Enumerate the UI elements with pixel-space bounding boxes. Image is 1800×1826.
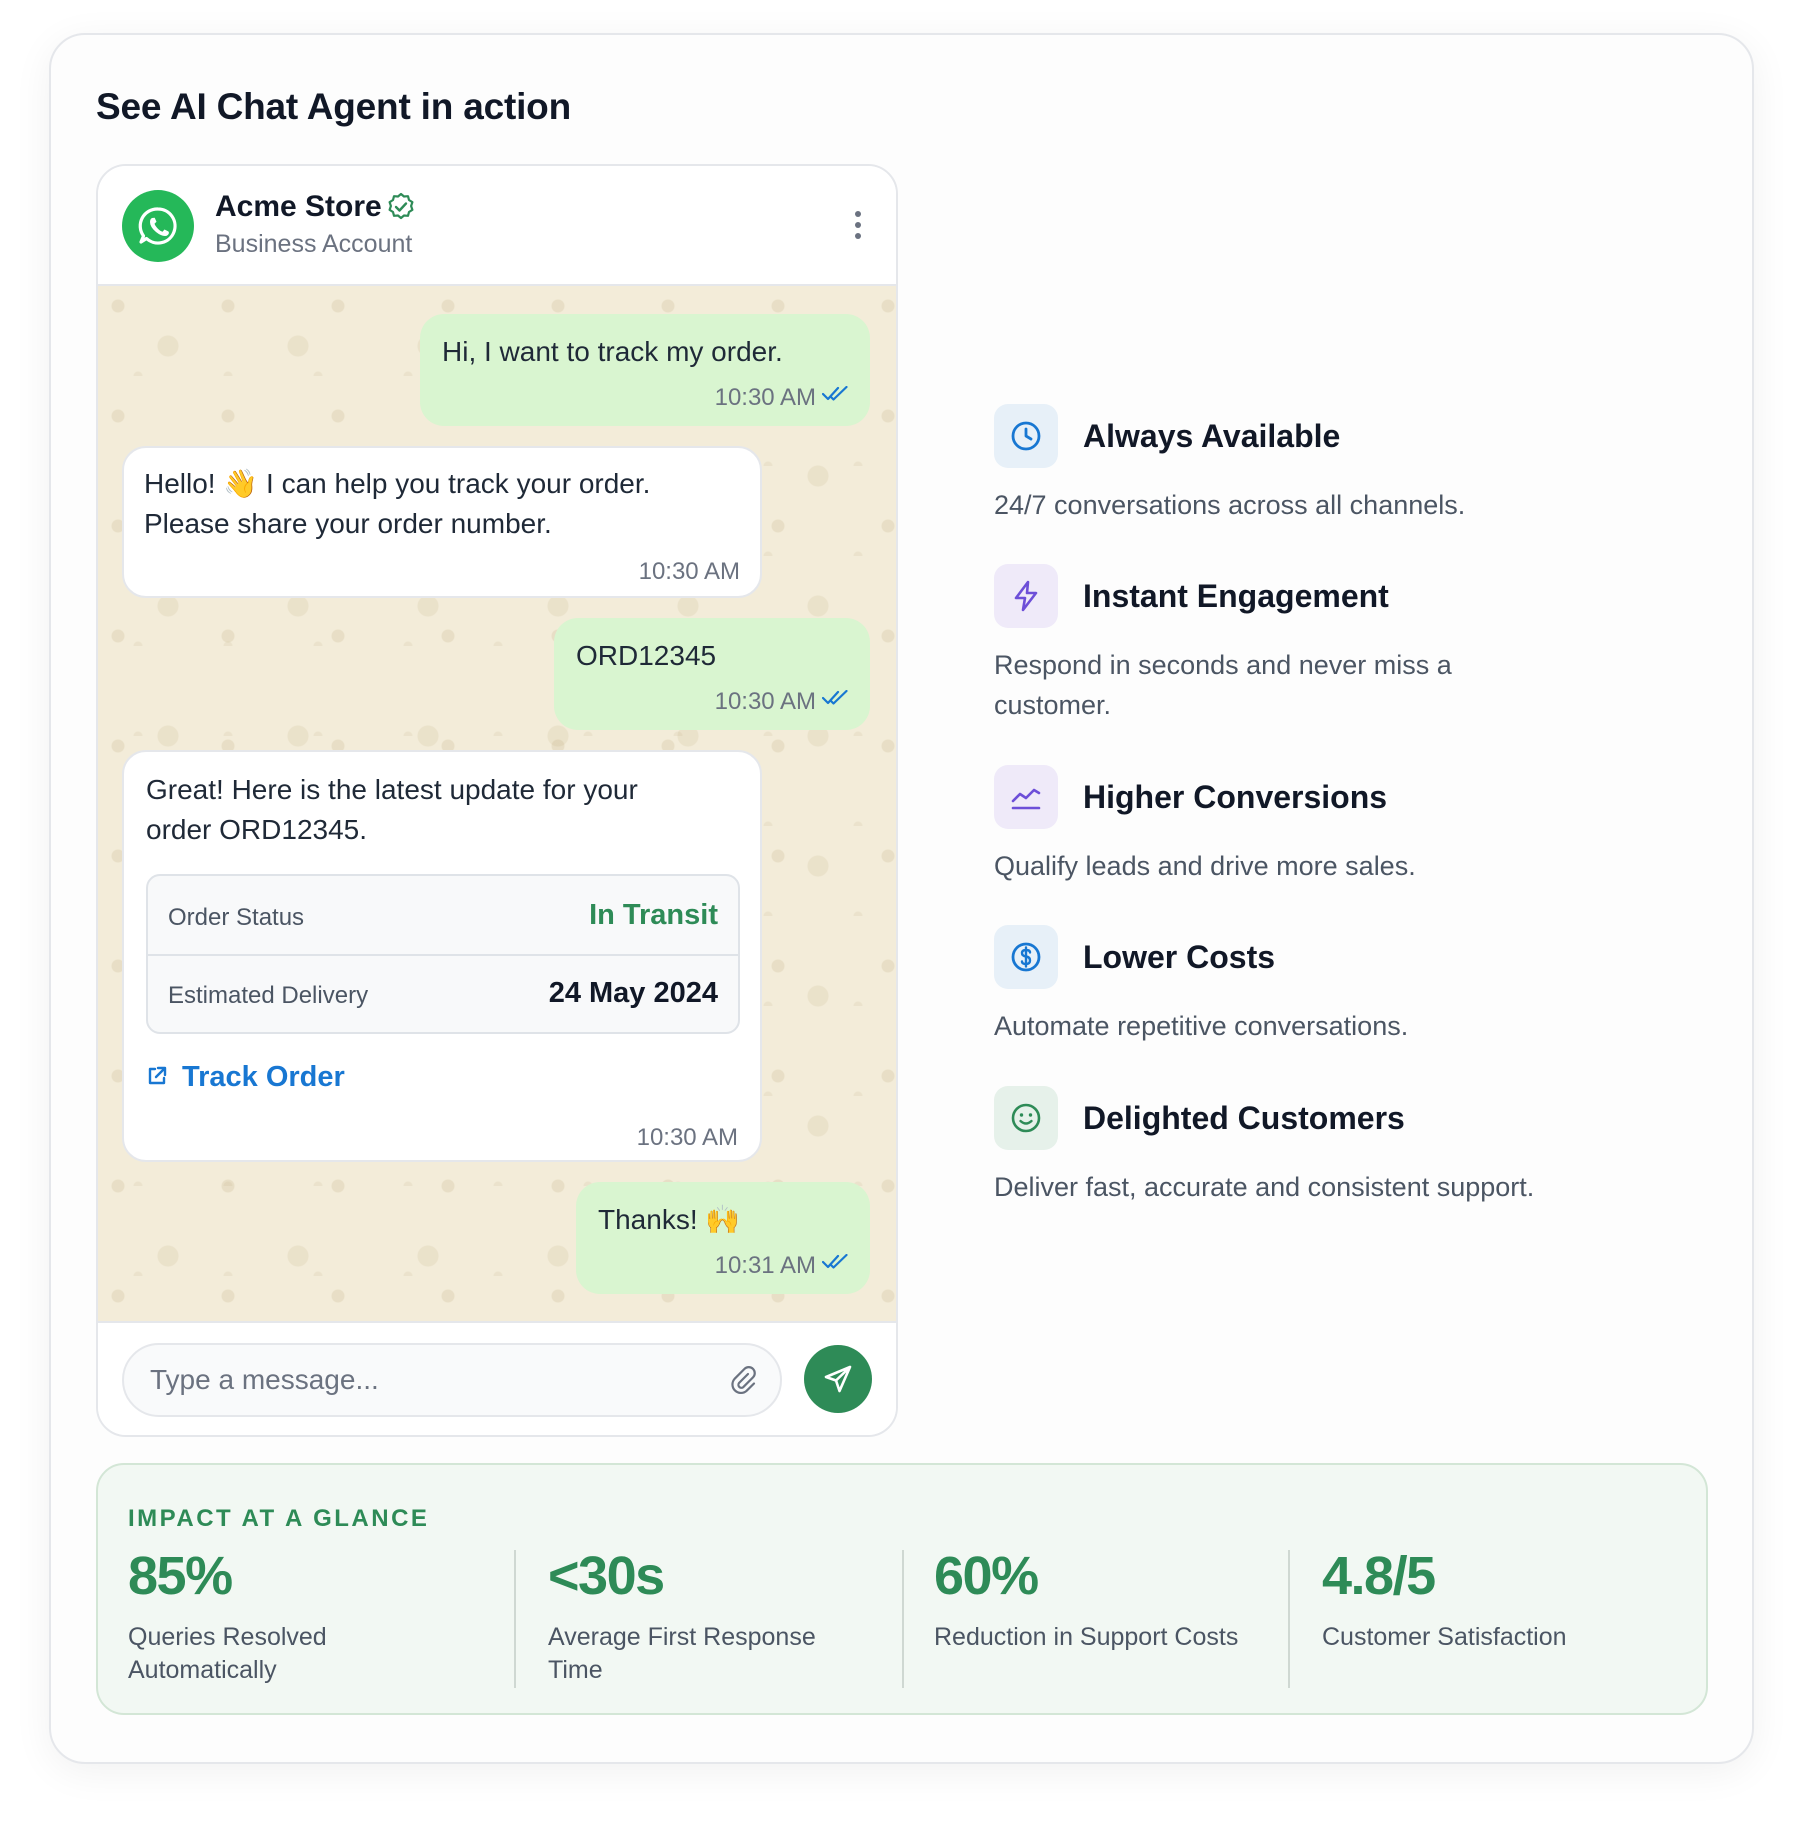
feature-description: Automate repetitive conversations. [994, 1011, 1409, 1041]
send-icon [824, 1365, 852, 1393]
stat-value: 60% [934, 1546, 1039, 1606]
stat-divider [514, 1550, 516, 1688]
dollar-icon [1011, 942, 1041, 972]
order-status-label: Order Status [168, 904, 305, 931]
message-time: 10:30 AM [638, 558, 740, 585]
feature-description: Deliver fast, accurate and consistent su… [994, 1172, 1535, 1202]
feature-title: Lower Costs [1083, 939, 1276, 975]
message-outgoing: Thanks! 🙌 10:31 AM [576, 1182, 870, 1294]
stat-label: Reduction in Support Costs [934, 1623, 1239, 1651]
stat-divider [902, 1550, 904, 1688]
message-time: 10:30 AM [636, 1124, 738, 1151]
feature-icon-container [994, 564, 1058, 628]
message-text: Thanks! 🙌 [598, 1204, 741, 1235]
chart-line-icon [1011, 788, 1041, 810]
stat-block: 85% Queries Resolved Automatically [128, 1545, 488, 1687]
chat-header: Acme Store Business Account [98, 166, 896, 286]
stat-block: 4.8/5 Customer Satisfaction [1322, 1545, 1682, 1654]
send-button[interactable] [804, 1345, 872, 1413]
delivery-label: Estimated Delivery [168, 982, 369, 1009]
message-text-line1: Great! Here is the latest update for you… [146, 774, 638, 805]
message-time: 10:30 AM [714, 384, 816, 411]
chat-messages: Hi, I want to track my order. 10:30 AM H… [98, 286, 896, 1321]
smile-icon [1011, 1103, 1041, 1133]
external-link-icon[interactable] [146, 1065, 168, 1087]
whatsapp-avatar-icon [122, 190, 194, 262]
feature-title: Delighted Customers [1083, 1100, 1405, 1136]
double-check-icon [822, 690, 848, 705]
account-type-label: Business Account [215, 230, 413, 258]
feature-title: Instant Engagement [1083, 578, 1389, 614]
stat-divider [1288, 1550, 1290, 1688]
stat-value: 85% [128, 1546, 233, 1606]
order-status-card: Order Status In Transit Estimated Delive… [146, 874, 740, 1034]
impact-panel: IMPACT AT A GLANCE 85% Queries Resolved … [96, 1463, 1708, 1715]
feature-icon-container [994, 1086, 1058, 1150]
feature-description: Qualify leads and drive more sales. [994, 851, 1416, 881]
feature-description: 24/7 conversations across all channels. [994, 490, 1466, 520]
message-time: 10:30 AM [714, 688, 816, 715]
divider [148, 954, 738, 956]
stat-value: 4.8/5 [1322, 1546, 1436, 1606]
stat-block: 60% Reduction in Support Costs [934, 1545, 1294, 1654]
message-incoming: Hello! 👋 I can help you track your order… [122, 446, 762, 598]
impact-title: IMPACT AT A GLANCE [128, 1505, 430, 1532]
message-input[interactable] [122, 1343, 782, 1417]
stat-block: <30s Average First Response Time [548, 1545, 908, 1687]
feature-title: Always Available [1083, 418, 1341, 454]
double-check-icon [822, 386, 848, 401]
delivery-value: 24 May 2024 [548, 977, 718, 1009]
message-text: ORD12345 [576, 640, 717, 671]
stat-label: Customer Satisfaction [1322, 1623, 1567, 1651]
feature-icon-container [994, 925, 1058, 989]
message-time: 10:31 AM [714, 1252, 816, 1279]
store-name: Acme Store [215, 190, 382, 223]
stat-value: <30s [548, 1546, 665, 1606]
message-outgoing: Hi, I want to track my order. 10:30 AM [420, 314, 870, 426]
bolt-icon [1014, 580, 1038, 612]
feature-icon-container [994, 765, 1058, 829]
feature-description: Respond in seconds and never miss a cust… [994, 650, 1452, 720]
feature-title: Higher Conversions [1083, 779, 1388, 815]
message-text-line2: order ORD12345. [146, 814, 368, 845]
message-text-line2: Please share your order number. [144, 508, 552, 539]
clock-icon [1011, 421, 1041, 451]
stat-label: Average First Response Time [548, 1623, 816, 1684]
message-text: Hi, I want to track my order. [442, 336, 783, 367]
message-composer [98, 1321, 896, 1435]
verified-badge-icon [388, 192, 414, 220]
message-outgoing: ORD12345 10:30 AM [554, 618, 870, 730]
chat-window: Acme Store Business Account Hi, I want t… [96, 164, 898, 1437]
message-incoming-order-update: Great! Here is the latest update for you… [122, 750, 762, 1162]
feature-icon-container [994, 404, 1058, 468]
stat-label: Queries Resolved Automatically [128, 1623, 327, 1684]
paperclip-icon[interactable] [728, 1365, 758, 1395]
double-check-icon [822, 1254, 848, 1269]
message-text-line1: Hello! 👋 I can help you track your order… [144, 468, 651, 499]
page-title: See AI Chat Agent in action [96, 86, 571, 127]
order-status-value: In Transit [589, 899, 718, 931]
more-options-icon[interactable] [854, 210, 862, 240]
track-order-link[interactable]: Track Order [182, 1057, 345, 1097]
